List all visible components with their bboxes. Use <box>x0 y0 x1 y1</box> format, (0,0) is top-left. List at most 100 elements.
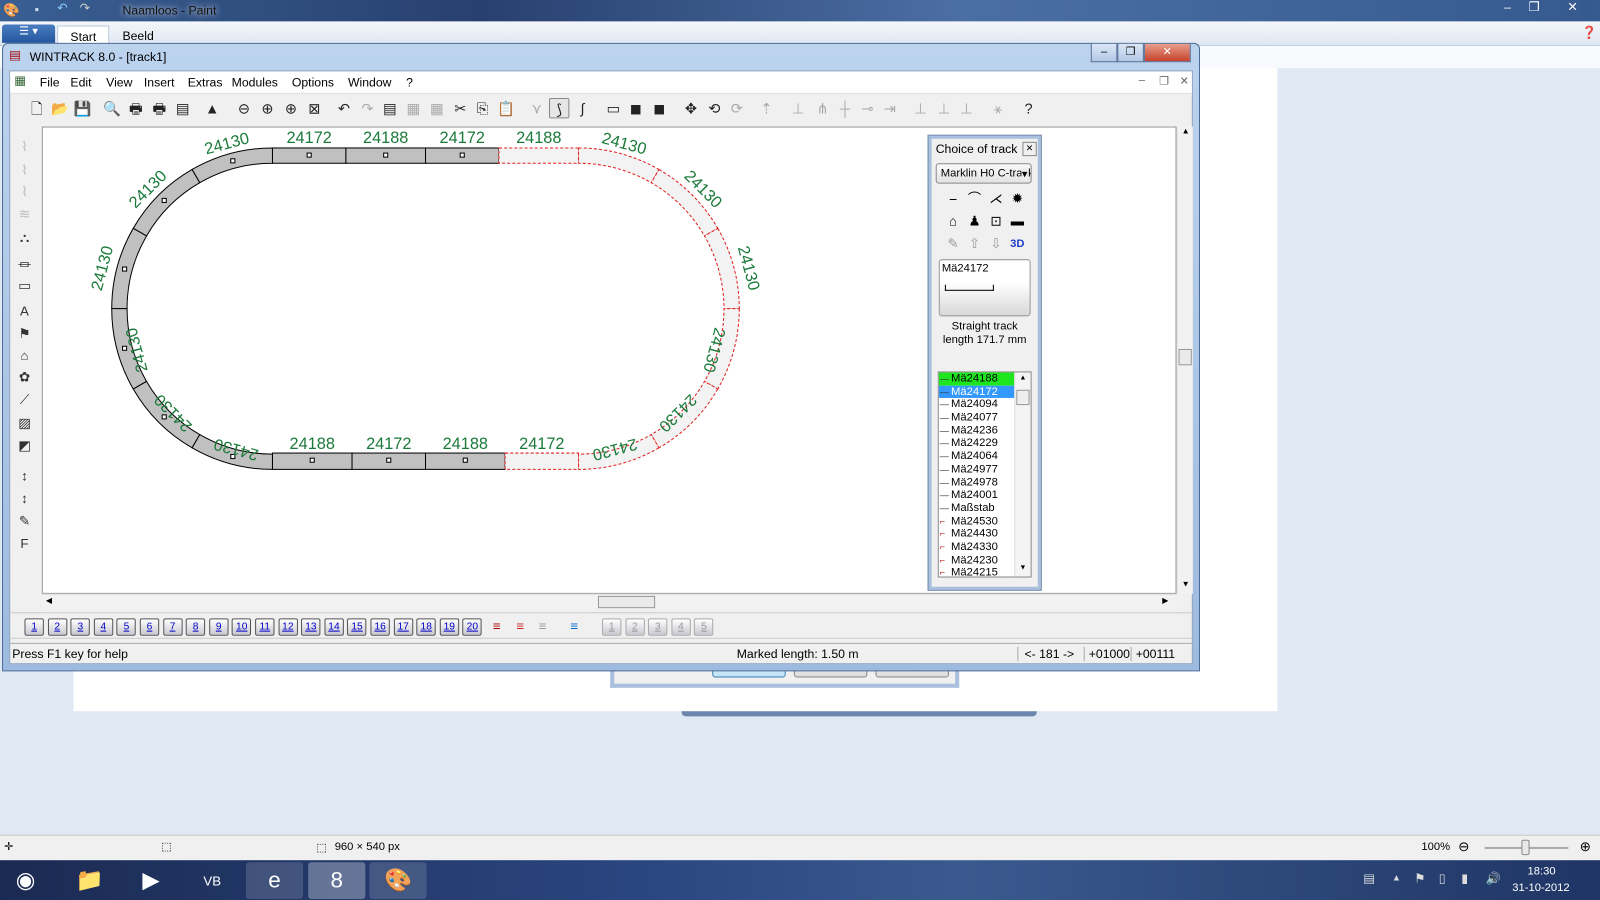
layer-button-20[interactable]: 20 <box>462 618 483 636</box>
horizontal-scrollbar[interactable]: ◀ ▶ <box>41 593 1177 610</box>
lower-icon[interactable]: ⇩ <box>986 234 1006 254</box>
print-preview-icon[interactable]: 🔍 <box>102 98 122 118</box>
scroll-right-icon[interactable]: ▶ <box>1162 596 1168 605</box>
quick-save-icon[interactable]: ▪ <box>35 2 39 16</box>
move-icon[interactable]: ✥ <box>681 98 701 118</box>
scroll-up-icon[interactable]: ▲ <box>1182 127 1190 136</box>
terrain-icon[interactable]: ▨ <box>14 415 34 435</box>
list-item[interactable]: ⌐ Mä24430 <box>939 528 1015 541</box>
sublayer-button-4[interactable]: 4 <box>671 618 691 636</box>
scenery-icon[interactable]: ✎ <box>943 234 963 254</box>
layer-button-5[interactable]: 5 <box>116 618 137 636</box>
straight-track-icon[interactable]: ⎯ <box>943 189 963 209</box>
new-icon[interactable]: 🗋 <box>27 98 47 118</box>
undo-icon[interactable]: ↶ <box>334 98 354 118</box>
media-player-icon[interactable]: ▶ <box>122 862 179 899</box>
station-icon[interactable]: ▬ <box>1007 211 1027 231</box>
zoom-in-icon[interactable]: ⊕ <box>257 98 277 118</box>
layer-button-15[interactable]: 15 <box>347 618 367 636</box>
menu-options[interactable]: Options <box>292 76 334 90</box>
horizontal-scroll-thumb[interactable] <box>597 595 656 609</box>
turnout-icon[interactable]: ⋌ <box>986 189 1006 209</box>
layer-button-1[interactable]: 1 <box>24 618 44 636</box>
curved-track-24130[interactable] <box>578 147 660 184</box>
flex-icon[interactable]: ∫ <box>572 98 592 118</box>
power-icon[interactable]: ▯ <box>1439 871 1446 885</box>
close-button[interactable]: ✕ <box>1567 0 1577 14</box>
building-icon[interactable]: ⌂ <box>943 211 963 231</box>
mdi-minimize-button[interactable]: – <box>1139 74 1145 86</box>
list-item[interactable]: — Mä24094 <box>939 398 1015 411</box>
gauge-icon[interactable]: ⚹ <box>988 98 1008 118</box>
layer-colors-icon[interactable]: ≡ <box>493 618 501 633</box>
show-hidden-icons[interactable]: ▲ <box>1392 872 1401 882</box>
platform-icon[interactable]: ▭ <box>14 278 34 298</box>
list-item[interactable]: — Mä24172 <box>938 385 1015 399</box>
layer-button-10[interactable]: 10 <box>232 618 252 636</box>
layer-button-6[interactable]: 6 <box>139 618 160 636</box>
save-icon[interactable]: 💾 <box>72 98 92 118</box>
building-icon[interactable]: ⌂ <box>14 348 34 368</box>
curved-track-icon[interactable]: ⌒ <box>964 189 984 209</box>
list-item[interactable]: — Mä24064 <box>939 450 1015 463</box>
mdi-restore-button[interactable]: ❐ <box>1159 74 1169 88</box>
paste-page-icon[interactable]: ▦ <box>427 98 447 118</box>
align3-icon[interactable]: ⊥ <box>956 98 976 118</box>
list-item[interactable]: — Mä24236 <box>939 424 1015 437</box>
zoom-all-icon[interactable]: ⊠ <box>304 98 324 118</box>
panel-close-button[interactable]: ✕ <box>1022 141 1037 157</box>
signal-icon[interactable]: ⚑ <box>14 326 34 346</box>
list-scroll-thumb[interactable] <box>1016 389 1030 406</box>
align1-icon[interactable]: ⊥ <box>910 98 930 118</box>
turntable-icon[interactable]: ✹ <box>1007 189 1027 209</box>
track-marker[interactable] <box>309 457 315 463</box>
flex3-icon[interactable]: ⌇ <box>14 184 34 204</box>
menu-window[interactable]: Window <box>348 76 392 90</box>
list-item[interactable]: ⌐ Mä24330 <box>939 541 1015 554</box>
maximize-button[interactable]: ❐ <box>1117 43 1144 63</box>
list-item[interactable]: — Mä24229 <box>939 437 1015 450</box>
list-item[interactable]: — Mä24188 <box>938 372 1015 386</box>
paint-menu-button[interactable]: ☰ ▾ <box>2 24 56 43</box>
connect1-icon[interactable]: ⊥ <box>788 98 808 118</box>
3d-icon[interactable]: 3D <box>1007 234 1027 254</box>
list-item[interactable]: ⌐ Mä24230 <box>939 554 1015 567</box>
straight-track-24188[interactable] <box>498 147 580 164</box>
connect4-icon[interactable]: ⊸ <box>857 98 877 118</box>
help-icon[interactable]: ? <box>1018 98 1038 118</box>
menu-file[interactable]: File <box>40 76 60 90</box>
track-system-select[interactable]: Marklin H0 C-track ▾ <box>935 163 1032 184</box>
keyboard-icon[interactable]: ▤ <box>1363 871 1375 885</box>
text-icon[interactable]: A <box>14 303 34 323</box>
track-list[interactable]: — Mä24188— Mä24172— Mä24094— Mä24077— Mä24236… <box>937 371 1032 578</box>
cut-icon[interactable]: ✂ <box>450 98 470 118</box>
layer-button-16[interactable]: 16 <box>370 618 390 636</box>
layer-button-2[interactable]: 2 <box>47 618 67 636</box>
layer-button-19[interactable]: 19 <box>439 618 459 636</box>
mdi-close-button[interactable]: ✕ <box>1180 74 1189 88</box>
zoom-in-button[interactable]: ⊕ <box>1580 839 1591 855</box>
menu-modules[interactable]: Modules <box>232 76 278 90</box>
sublayer-button-1[interactable]: 1 <box>602 618 622 636</box>
menu-extras[interactable]: Extras <box>188 76 223 90</box>
catenary-icon[interactable]: ⏛ <box>14 254 34 274</box>
explorer-icon[interactable]: 📁 <box>61 862 118 899</box>
curved-track-24130[interactable] <box>703 227 740 310</box>
measure2-icon[interactable]: ↕ <box>14 491 34 511</box>
open-icon[interactable]: 📂 <box>50 98 70 118</box>
layer-button-7[interactable]: 7 <box>162 618 183 636</box>
align2-icon[interactable]: ⊥ <box>934 98 954 118</box>
list-item[interactable]: — Mä24978 <box>939 476 1015 489</box>
edit-icon[interactable]: ✎ <box>14 513 34 533</box>
connect3-icon[interactable]: ┼ <box>835 98 855 118</box>
connect5-icon[interactable]: ⇥ <box>880 98 900 118</box>
table-icon[interactable]: ▭ <box>603 98 623 118</box>
zoom-out-button[interactable]: ⊖ <box>1458 839 1469 855</box>
minimize-button[interactable]: – <box>1504 0 1511 14</box>
track-marker[interactable] <box>386 457 392 463</box>
menu-help[interactable]: ? <box>406 76 413 90</box>
rotate-icon[interactable]: ⟲ <box>704 98 724 118</box>
layer-button-14[interactable]: 14 <box>324 618 344 636</box>
flag-icon[interactable]: ⚑ <box>1414 871 1425 885</box>
wintrack-title-bar[interactable]: ▤ WINTRACK 8.0 - [track1] – ❐ ✕ <box>3 43 1199 68</box>
